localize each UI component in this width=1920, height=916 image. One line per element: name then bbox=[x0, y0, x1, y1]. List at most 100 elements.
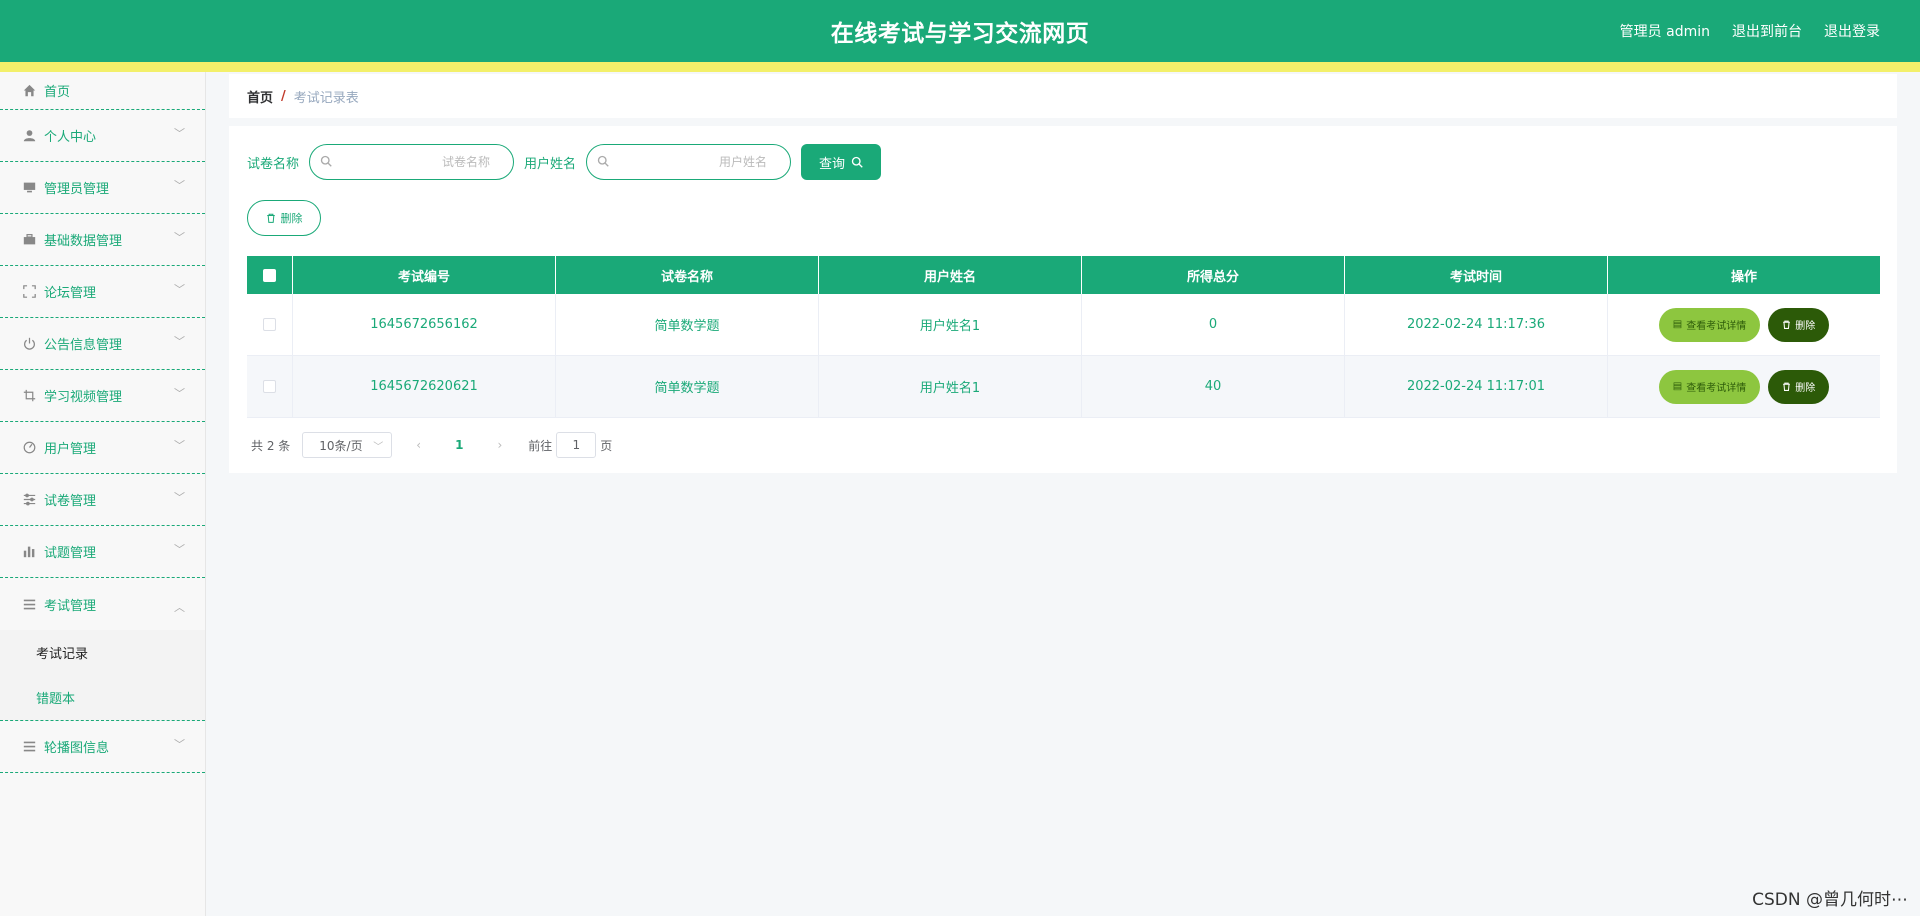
row-select-cell bbox=[247, 294, 293, 355]
pagination: 共 2 条 10条/页 ﹀ ‹ 1 › 前往 页 bbox=[251, 432, 612, 458]
view-detail-label: 查看考试详情 bbox=[1686, 383, 1747, 394]
sidebar-item-questions[interactable]: 试题管理 ﹀ bbox=[0, 526, 205, 578]
user-name-input[interactable] bbox=[617, 155, 768, 169]
sidebar-item-carousel[interactable]: 轮播图信息 ﹀ bbox=[0, 721, 205, 773]
search-icon bbox=[597, 155, 609, 170]
paper-name-input[interactable] bbox=[340, 155, 491, 169]
chevron-down-icon: ﹀ bbox=[174, 230, 185, 244]
sidebar-item-label: 个人中心 bbox=[44, 130, 97, 145]
page-number[interactable]: 1 bbox=[455, 438, 463, 452]
sidebar-item-label: 试题管理 bbox=[44, 546, 97, 561]
sidebar-item-label: 论坛管理 bbox=[44, 286, 97, 301]
column-header: 试卷名称 bbox=[556, 256, 819, 294]
row-delete-button[interactable]: 删除 bbox=[1768, 307, 1830, 342]
exam-records-table: 考试编号 试卷名称 用户姓名 所得总分 考试时间 操作 164567265616… bbox=[247, 256, 1880, 418]
menu-icon bbox=[22, 597, 36, 611]
sidebar-subitem-exam-records[interactable]: 考试记录 bbox=[0, 630, 205, 675]
cell-actions: ▤ 查看考试详情 删除 bbox=[1608, 294, 1880, 355]
sidebar-item-home[interactable]: 首页 bbox=[0, 72, 205, 110]
batch-delete-button[interactable]: 删除 bbox=[247, 200, 321, 236]
sidebar-item-users[interactable]: 用户管理 ﹀ bbox=[0, 422, 205, 474]
sidebar-item-basic-data[interactable]: 基础数据管理 ﹀ bbox=[0, 214, 205, 266]
paper-name-label: 试卷名称 bbox=[247, 156, 300, 172]
header-accent-bar bbox=[0, 62, 1920, 72]
sidebar-item-label: 基础数据管理 bbox=[44, 234, 123, 249]
sidebar-subitem-wrong-book[interactable]: 错题本 bbox=[0, 675, 205, 720]
sidebar-item-video[interactable]: 学习视频管理 ﹀ bbox=[0, 370, 205, 422]
column-header: 考试时间 bbox=[1345, 256, 1608, 294]
row-delete-button[interactable]: 删除 bbox=[1768, 369, 1830, 404]
briefcase-icon bbox=[22, 233, 36, 247]
view-detail-button[interactable]: ▤ 查看考试详情 bbox=[1658, 369, 1761, 404]
document-icon: ▤ bbox=[1672, 319, 1683, 330]
chevron-up-icon: ︿ bbox=[174, 601, 185, 615]
back-to-front-link[interactable]: 退出到前台 bbox=[1732, 21, 1802, 41]
search-icon bbox=[320, 155, 332, 170]
row-checkbox[interactable] bbox=[263, 380, 276, 393]
sidebar-item-label: 轮播图信息 bbox=[44, 741, 110, 756]
chevron-down-icon: ﹀ bbox=[174, 178, 185, 192]
search-icon bbox=[851, 156, 863, 168]
view-detail-button[interactable]: ▤ 查看考试详情 bbox=[1658, 307, 1761, 342]
cell-score: 40 bbox=[1082, 356, 1345, 417]
breadcrumb-separator: / bbox=[281, 88, 286, 104]
query-button[interactable]: 查询 bbox=[801, 144, 882, 180]
column-header: 所得总分 bbox=[1082, 256, 1345, 294]
sidebar-item-label: 用户管理 bbox=[44, 442, 97, 457]
logout-link[interactable]: 退出登录 bbox=[1824, 21, 1880, 41]
sidebar-item-personal[interactable]: 个人中心 ﹀ bbox=[0, 110, 205, 162]
watermark: CSDN @曾几何时⋯ bbox=[1752, 890, 1908, 910]
cell-user-name: 用户姓名1 bbox=[819, 356, 1082, 417]
cell-user-name: 用户姓名1 bbox=[819, 294, 1082, 355]
page-suffix: 页 bbox=[600, 438, 613, 453]
query-button-label: 查询 bbox=[819, 156, 846, 172]
fullscreen-icon bbox=[22, 285, 36, 299]
chevron-down-icon: ﹀ bbox=[174, 490, 185, 504]
user-name-label: 用户姓名 bbox=[524, 156, 577, 172]
breadcrumb: 首页 / 考试记录表 bbox=[229, 74, 1897, 118]
sidebar-item-notice[interactable]: 公告信息管理 ﹀ bbox=[0, 318, 205, 370]
sidebar-item-forum[interactable]: 论坛管理 ﹀ bbox=[0, 266, 205, 318]
row-select-cell bbox=[247, 356, 293, 417]
breadcrumb-home[interactable]: 首页 bbox=[247, 87, 273, 106]
cell-paper-name: 简单数学题 bbox=[556, 294, 819, 355]
prev-page-icon[interactable]: ‹ bbox=[416, 438, 421, 452]
page-size-value: 10条/页 bbox=[319, 438, 363, 453]
table-header: 考试编号 试卷名称 用户姓名 所得总分 考试时间 操作 bbox=[247, 256, 1880, 294]
home-icon bbox=[22, 84, 36, 98]
column-header: 用户姓名 bbox=[819, 256, 1082, 294]
cell-exam-time: 2022-02-24 11:17:36 bbox=[1345, 294, 1608, 355]
trash-icon bbox=[1782, 382, 1791, 391]
select-all-checkbox[interactable] bbox=[263, 268, 276, 282]
row-checkbox[interactable] bbox=[263, 318, 276, 331]
chevron-down-icon: ﹀ bbox=[373, 441, 384, 453]
next-page-icon[interactable]: › bbox=[497, 438, 502, 452]
pagination-total: 共 2 条 bbox=[251, 438, 291, 453]
table-row: 1645672620621 简单数学题 用户姓名1 40 2022-02-24 … bbox=[247, 356, 1880, 418]
cell-exam-id: 1645672620621 bbox=[293, 356, 556, 417]
search-form: 试卷名称 用户姓名 查询 bbox=[247, 144, 882, 180]
batch-delete-label: 删除 bbox=[280, 212, 303, 225]
goto-label: 前往 bbox=[528, 438, 553, 453]
monitor-icon bbox=[22, 181, 36, 195]
sidebar-item-admin[interactable]: 管理员管理 ﹀ bbox=[0, 162, 205, 214]
main-content: 试卷名称 用户姓名 查询 删除 考试编号 bbox=[229, 126, 1897, 473]
paper-name-field bbox=[309, 144, 515, 180]
sidebar-item-label: 学习视频管理 bbox=[44, 390, 123, 405]
chevron-down-icon: ﹀ bbox=[174, 334, 185, 348]
sidebar-item-exams[interactable]: 考试管理 ︿ bbox=[0, 578, 205, 630]
sidebar-item-papers[interactable]: 试卷管理 ﹀ bbox=[0, 474, 205, 526]
admin-label: 管理员 admin bbox=[1619, 24, 1710, 40]
sidebar-item-label: 管理员管理 bbox=[44, 182, 110, 197]
sidebar-item-label: 公告信息管理 bbox=[44, 338, 123, 353]
row-delete-label: 删除 bbox=[1795, 321, 1816, 332]
trash-icon bbox=[1782, 320, 1791, 329]
column-header: 操作 bbox=[1730, 269, 1757, 285]
goto-page-input[interactable] bbox=[556, 432, 597, 458]
sidebar-item-label: 试卷管理 bbox=[44, 494, 97, 509]
cell-exam-time: 2022-02-24 11:17:01 bbox=[1345, 356, 1608, 417]
sidebar-item-label: 考试管理 bbox=[44, 598, 97, 614]
page-size-select[interactable]: 10条/页 ﹀ bbox=[302, 432, 393, 458]
user-icon bbox=[22, 129, 36, 143]
exam-submenu: 考试记录 错题本 bbox=[0, 630, 205, 721]
